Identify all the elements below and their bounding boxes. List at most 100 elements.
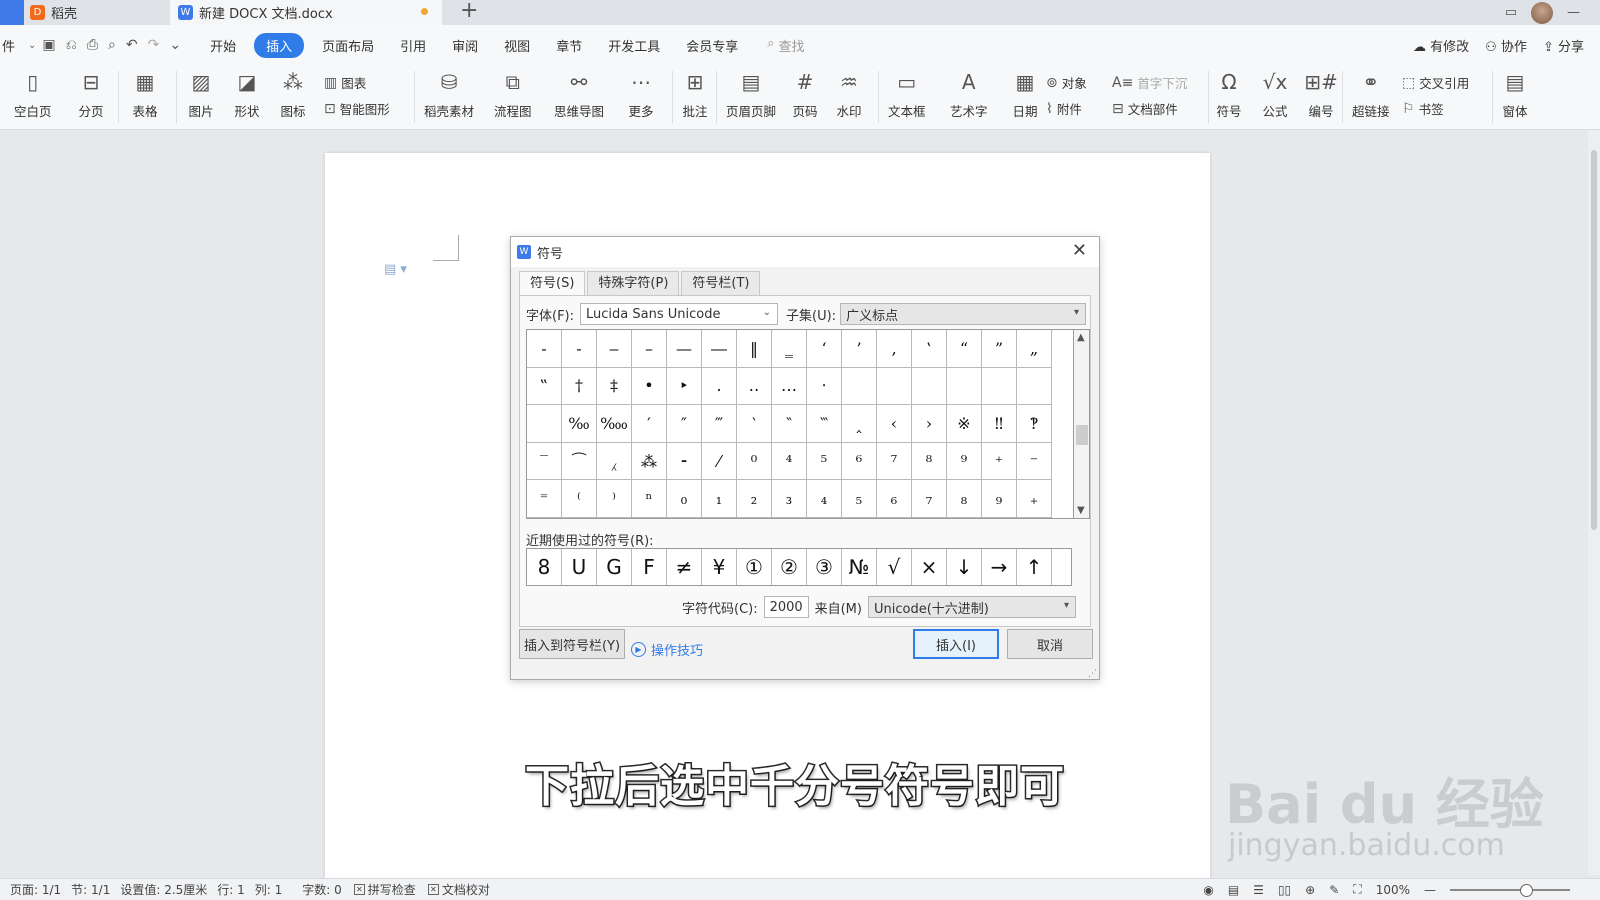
symbol-cell[interactable]: †	[562, 367, 597, 406]
avatar[interactable]	[1531, 1, 1553, 24]
symbol-cell[interactable]: ⁄	[702, 442, 737, 481]
symbol-cell[interactable]	[877, 367, 912, 406]
doc-proof-toggle[interactable]: ✕ 文档校对	[427, 881, 490, 898]
formula-button[interactable]: √x 公式	[1260, 67, 1290, 120]
symbol-cell[interactable]: ‼	[982, 405, 1017, 443]
chart-button[interactable]: ▥ 图表	[324, 73, 366, 92]
save-icon[interactable]: ▣	[42, 37, 55, 53]
cancel-button[interactable]: 取消	[1007, 629, 1093, 659]
recent-symbol-cell[interactable]: ¥	[702, 549, 737, 585]
symbol-cell[interactable]: ‹	[877, 405, 912, 443]
menu-file[interactable]: 件	[0, 33, 23, 58]
symbol-cell[interactable]: “	[947, 330, 982, 368]
symbol-cell[interactable]: ‑	[562, 330, 597, 368]
insert-button[interactable]: 插入(I)	[913, 629, 999, 659]
collaborate-button[interactable]: ⚇ 协作	[1485, 36, 1527, 55]
vertical-scrollbar[interactable]	[1588, 130, 1600, 875]
menu-member[interactable]: 会员专享	[678, 33, 746, 58]
symbol-cell[interactable]: ”	[982, 330, 1017, 368]
symbol-cell[interactable]: ‚	[877, 330, 912, 368]
symbol-cell[interactable]: „	[1017, 330, 1052, 368]
resize-grip-icon[interactable]: ⋰	[1088, 669, 1097, 679]
tab-symbol-bar[interactable]: 符号栏(T)	[681, 271, 761, 295]
symbol-cell[interactable]: ‸	[842, 405, 877, 443]
symbol-cell[interactable]: ‛	[912, 330, 947, 368]
attachment-button[interactable]: ⌇ 附件	[1046, 99, 1082, 118]
share-button[interactable]: ⇪ 分享	[1543, 36, 1584, 55]
tab-docer[interactable]: D 稻壳	[0, 0, 168, 25]
symbol-cell[interactable]: ‡	[597, 367, 632, 406]
chevron-down-icon[interactable]: ⌄	[28, 40, 36, 51]
status-row[interactable]: 行: 1	[217, 881, 245, 898]
menu-section[interactable]: 章节	[548, 33, 590, 58]
watermark-button[interactable]: ♒ 水印	[834, 67, 864, 120]
symbol-cell[interactable]: ’	[842, 330, 877, 368]
wordart-button[interactable]: A 艺术字	[950, 67, 988, 120]
code-input[interactable]: 2000	[763, 596, 809, 618]
symbol-cell[interactable]: ⁀	[562, 442, 597, 481]
symbol-cell[interactable]: ⁻	[1017, 442, 1052, 481]
more-button[interactable]: ⋯ 更多	[626, 67, 656, 120]
scroll-up-icon[interactable]: ▲	[1077, 332, 1085, 343]
symbol-cell[interactable]: ‾	[527, 442, 562, 481]
paragraph-layout-icon[interactable]: ▤ ▾	[384, 262, 407, 277]
undo-icon[interactable]: ↶	[126, 37, 138, 53]
dialog-titlebar[interactable]: W 符号	[511, 237, 1099, 267]
symbol-cell[interactable]: ‣	[667, 367, 702, 406]
recent-symbol-cell[interactable]: №	[842, 549, 877, 585]
symbol-cell[interactable]: ₀	[667, 480, 702, 518]
search-box[interactable]: ⌕ 查找	[767, 36, 804, 55]
scroll-down-icon[interactable]: ▼	[1077, 505, 1085, 516]
tab-symbols[interactable]: 符号(S)	[519, 271, 586, 296]
symbol-cell[interactable]: ‷	[807, 405, 842, 443]
bookmark-button[interactable]: ⚐ 书签	[1402, 99, 1444, 118]
symbol-cell[interactable]: ⁂	[632, 442, 667, 481]
symbol-cell[interactable]: ⁁	[597, 442, 632, 481]
symbol-cell[interactable]: ′	[632, 405, 667, 443]
symbol-cell[interactable]: ⁃	[667, 442, 702, 481]
symbol-grid-thumb[interactable]	[1076, 425, 1088, 445]
recent-symbol-cell[interactable]: ↑	[1017, 549, 1052, 585]
recent-symbol-cell[interactable]: ≠	[667, 549, 702, 585]
menu-developer[interactable]: 开发工具	[600, 33, 668, 58]
recent-symbol-cell[interactable]: F	[632, 549, 667, 585]
symbol-cell[interactable]: ‵	[737, 405, 772, 443]
symbol-cell[interactable]	[842, 367, 877, 406]
web-view-icon[interactable]: ⊕	[1305, 883, 1315, 897]
textbox-button[interactable]: ▭ 文本框	[888, 67, 926, 120]
symbol-cell[interactable]: ‽	[1017, 405, 1052, 443]
page-number-button[interactable]: # 页码	[790, 67, 820, 120]
insert-to-symbol-bar-button[interactable]: 插入到符号栏(Y)	[519, 629, 625, 659]
object-button[interactable]: ⊚ 对象	[1046, 73, 1087, 92]
symbol-cell[interactable]: ₅	[842, 480, 877, 518]
symbol-cell[interactable]: ⁶	[842, 442, 877, 481]
symbol-cell[interactable]: ⁾	[597, 480, 632, 518]
from-select[interactable]: Unicode(十六进制) ▾	[867, 596, 1076, 618]
print-preview-icon[interactable]: ⌕	[108, 37, 116, 53]
symbol-cell[interactable]: ‴	[702, 405, 737, 443]
print-icon[interactable]: ⎙	[87, 37, 98, 53]
crossref-button[interactable]: ⬚ 交叉引用	[1402, 73, 1469, 92]
symbol-cell[interactable]	[1017, 367, 1052, 406]
symbol-cell[interactable]: ⁿ	[632, 480, 667, 518]
minimize-icon[interactable]: —	[1567, 5, 1580, 20]
menu-page-layout[interactable]: 页面布局	[314, 33, 382, 58]
recent-symbol-cell[interactable]: 8	[527, 549, 562, 585]
doc-parts-button[interactable]: ⊟ 文档部件	[1112, 99, 1178, 118]
symbol-cell[interactable]: …	[772, 367, 807, 406]
symbol-cell[interactable]: ‰	[562, 405, 597, 443]
redo-icon[interactable]: ↷	[148, 37, 160, 53]
tab-special-chars[interactable]: 特殊字符(P)	[587, 271, 680, 295]
eye-protection-icon[interactable]: ◉	[1203, 883, 1213, 897]
symbol-cell[interactable]: ₁	[702, 480, 737, 518]
symbol-cell[interactable]: ‥	[737, 367, 772, 406]
recent-symbol-cell[interactable]: U	[562, 549, 597, 585]
symbol-cell[interactable]: ‖	[737, 330, 772, 368]
symbol-cell[interactable]: ₂	[737, 480, 772, 518]
font-select[interactable]: Lucida Sans Unicode ⌄	[580, 303, 779, 325]
recent-symbol-cell[interactable]: ↓	[947, 549, 982, 585]
reading-view-icon[interactable]: ▯▯	[1278, 883, 1291, 897]
symbol-cell[interactable]: ›	[912, 405, 947, 443]
pen-icon[interactable]: ✎	[1329, 883, 1339, 897]
scrollbar-thumb[interactable]	[1591, 150, 1597, 530]
